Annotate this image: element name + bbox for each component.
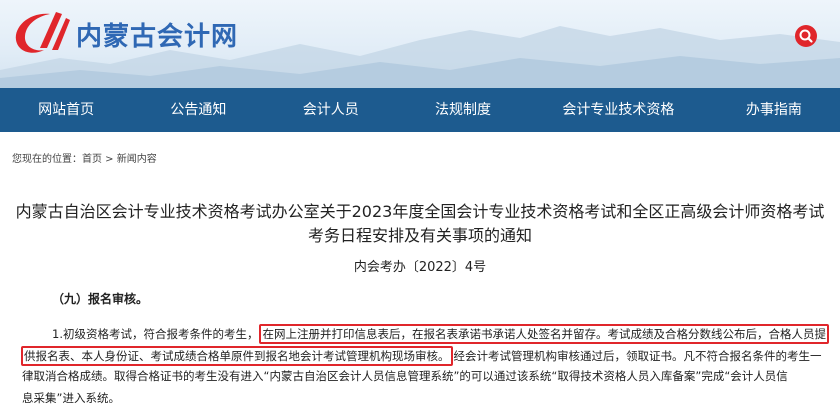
breadcrumb: 您现在的位置：首页 > 新闻内容 [12,154,157,165]
highlighted-text: 供报名表、本人身份证、考试成绩合格单原件到报名地会计考试管理机构现场审核。 [21,346,453,366]
search-icon[interactable] [794,24,818,48]
main-nav: 网站首页 公告通知 会计人员 法规制度 会计专业技术资格 办事指南 [0,88,840,132]
paragraph-line: 供报名表、本人身份证、考试成绩合格单原件到报名地会计考试管理机构现场审核。 经会计… [0,346,840,366]
document-number: 内会考办〔2022〕4号 [353,260,487,275]
paragraph-line: 息采集”进入系统。 [0,390,840,406]
nav-item-guide[interactable]: 办事指南 [708,88,840,132]
nav-item-accountants[interactable]: 会计人员 [265,88,397,132]
nav-item-qualifications[interactable]: 会计专业技术资格 [529,88,708,132]
article-title-line1: 内蒙古自治区会计专业技术资格考试办公室关于2023年度全国会计专业技术资格考试和… [15,202,825,221]
swoosh-logo-icon [15,12,70,53]
paragraph-text: 1.初级资格考试，符合报考条件的考生， [52,327,259,341]
paragraph-text: 经会计考试管理机构审核通过后，领取证书。凡不符合报名条件的考生一 [453,349,822,363]
highlighted-text: 在网上注册并打印信息表后，在报名表承诺书承诺人处签名并留存。考试成绩及合格分数线… [259,324,829,344]
paragraph-text: 律取消合格成绩。取得合格证书的考生没有进入“内蒙古自治区会计人员信息管理系统”的… [22,369,788,383]
nav-item-home[interactable]: 网站首页 [0,88,132,132]
article-title-line2: 考务日程安排及有关事项的通知 [307,226,532,245]
section-heading: （九）报名审核。 [52,292,149,306]
site-header: 内蒙古会计网 [0,0,840,88]
article-title: 内蒙古自治区会计专业技术资格考试办公室关于2023年度全国会计专业技术资格考试和… [0,200,840,248]
nav-item-regulations[interactable]: 法规制度 [397,88,529,132]
paragraph-text: 息采集”进入系统。 [22,391,120,405]
nav-item-notices[interactable]: 公告通知 [132,88,264,132]
site-name[interactable]: 内蒙古会计网 [76,16,238,53]
paragraph-line: 1.初级资格考试，符合报考条件的考生， 在网上注册并打印信息表后，在报名表承诺书承… [0,324,840,344]
paragraph-line: 律取消合格成绩。取得合格证书的考生没有进入“内蒙古自治区会计人员信息管理系统”的… [0,368,840,384]
